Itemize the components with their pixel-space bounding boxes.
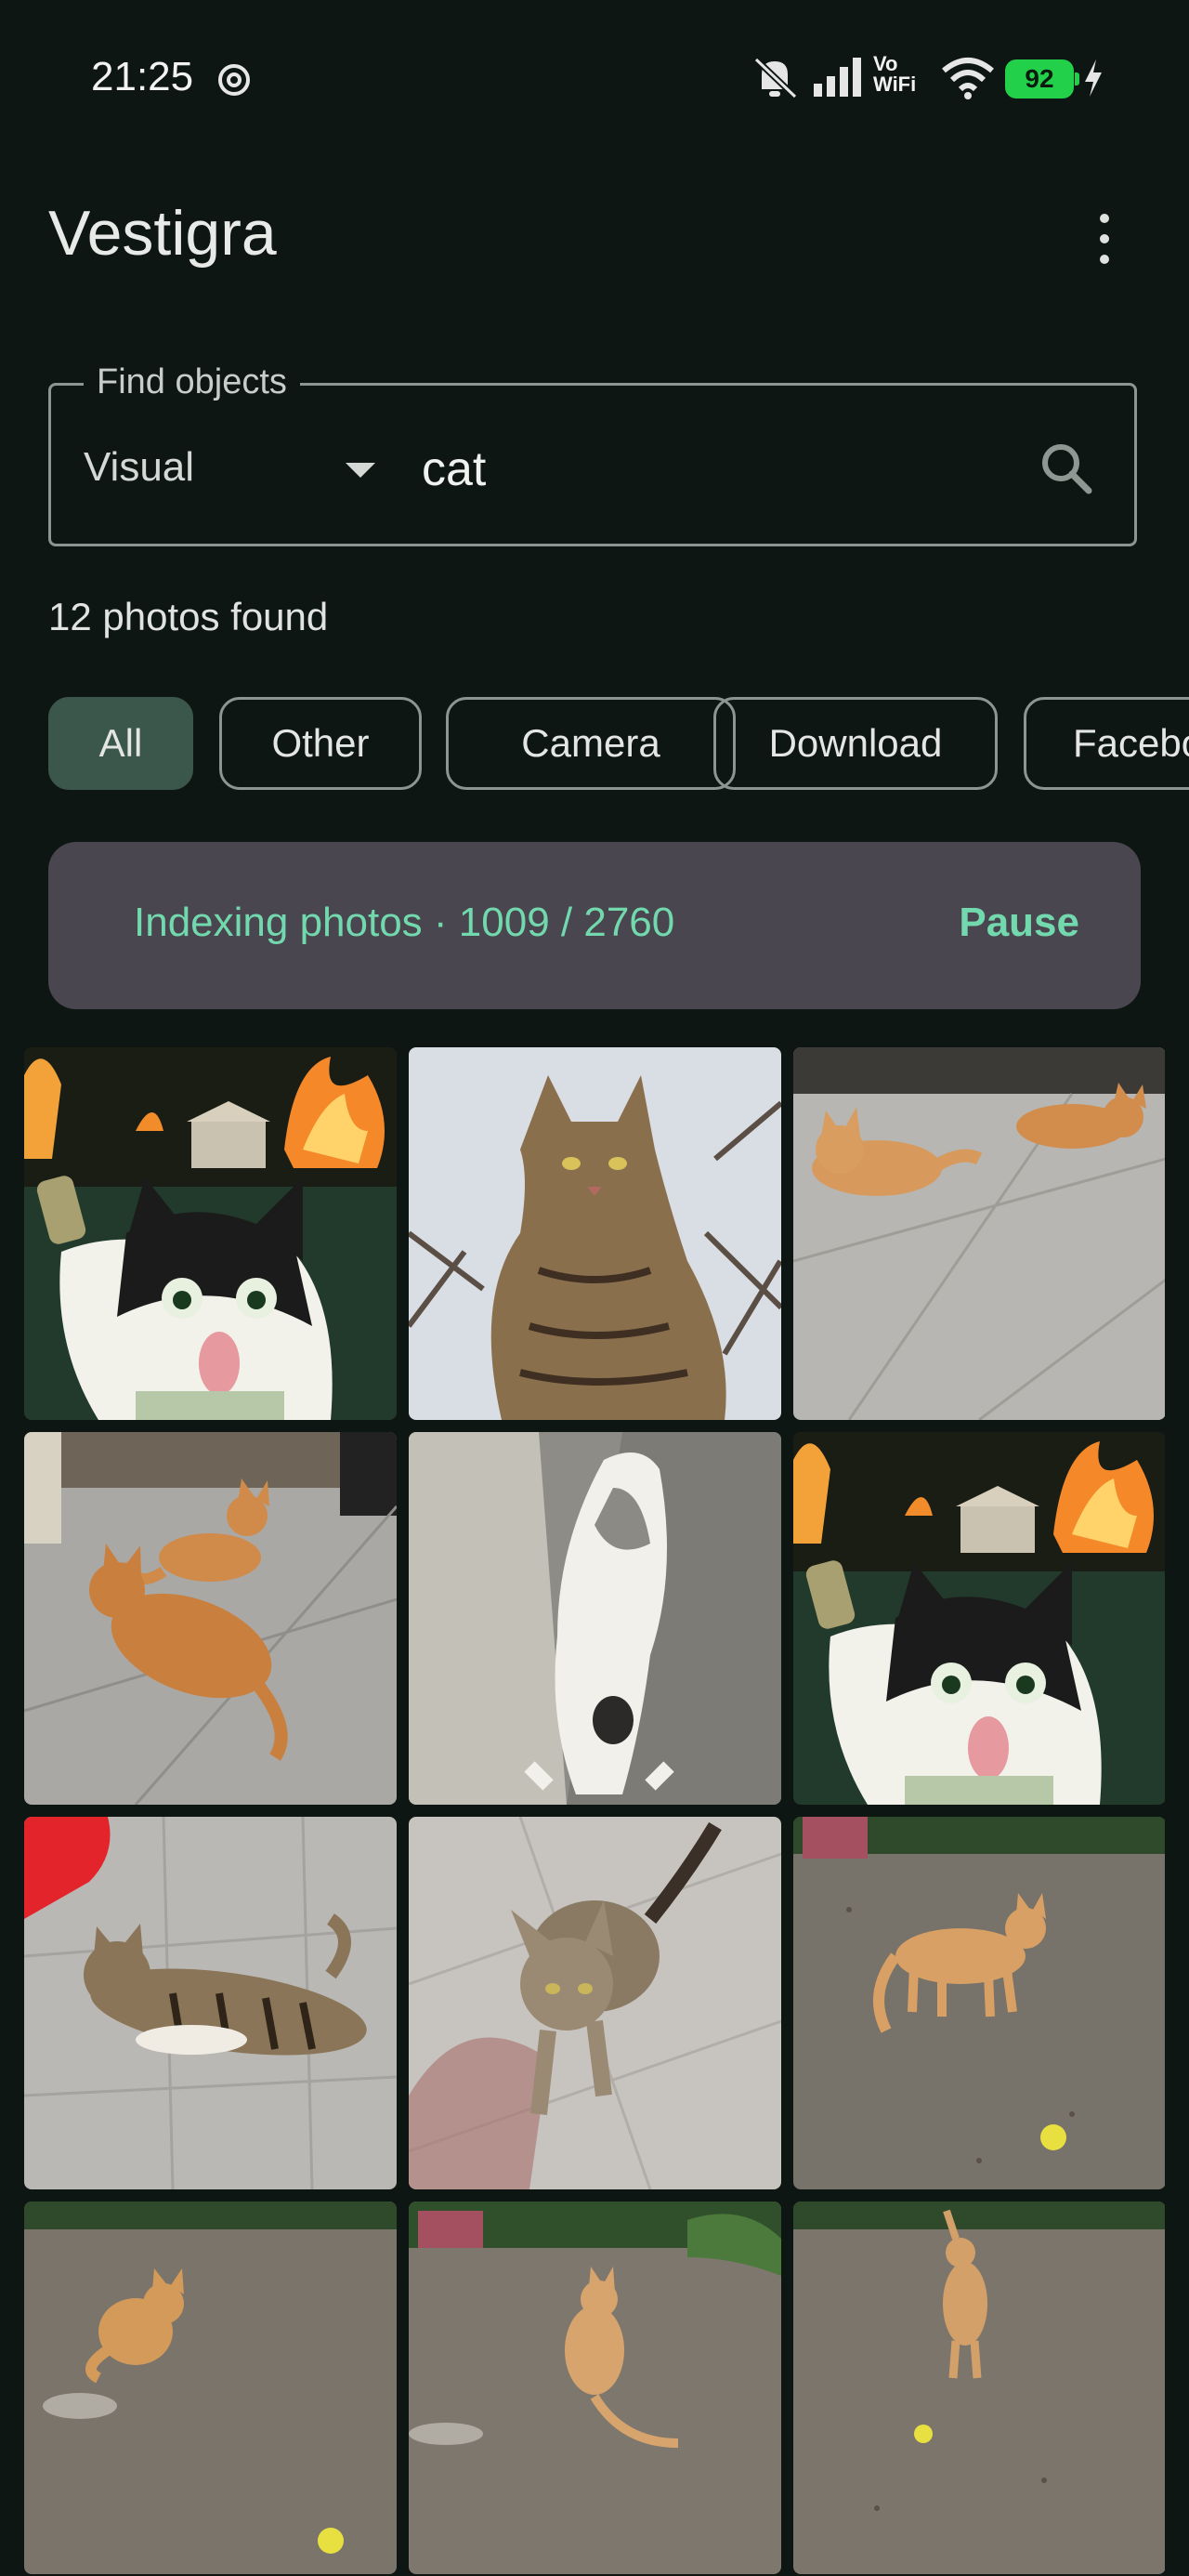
indexing-banner: Indexing photos · 1009 / 2760 Pause — [48, 842, 1141, 1009]
chip-facebook[interactable]: Facebook — [1024, 697, 1189, 790]
photo-tile[interactable] — [24, 1817, 397, 2189]
cat-photo — [24, 1432, 397, 1805]
cat-photo — [409, 1432, 781, 1805]
cat-photo — [793, 1047, 1165, 1420]
status-time: 21:25 — [91, 54, 194, 99]
search-field-label: Find objects — [84, 362, 300, 402]
search-input[interactable] — [422, 437, 998, 502]
source-filter-chips: All Other Camera Download Facebook — [48, 697, 1189, 794]
photo-tile[interactable] — [24, 1432, 397, 1805]
cat-photo — [409, 1817, 781, 2189]
photo-tile[interactable] — [793, 1817, 1165, 2189]
results-count: 12 photos found — [48, 595, 329, 638]
wifi-icon — [942, 58, 994, 99]
photo-tile[interactable] — [24, 1047, 397, 1420]
photo-tile[interactable] — [409, 1047, 781, 1420]
pause-button[interactable]: Pause — [959, 900, 1079, 946]
cat-photo — [793, 1817, 1165, 2189]
photo-tile[interactable] — [409, 1432, 781, 1805]
cat-photo — [24, 1047, 397, 1420]
cat-photo — [409, 2201, 781, 2574]
status-bar: 21:25 Vo WiFi 92 — [0, 0, 1189, 158]
chip-all[interactable]: All — [48, 697, 193, 790]
more-vert-icon — [1100, 214, 1109, 223]
signal-icon — [814, 58, 861, 97]
photo-tile[interactable] — [793, 1047, 1165, 1420]
indexing-status: Indexing photos · 1009 / 2760 — [134, 900, 675, 945]
photo-tile[interactable] — [793, 2201, 1165, 2574]
chip-camera[interactable]: Camera — [446, 697, 736, 790]
photo-tile[interactable] — [409, 1817, 781, 2189]
search-mode-dropdown[interactable]: Visual — [84, 437, 390, 502]
photo-grid — [24, 1047, 1165, 2576]
charging-icon — [1085, 59, 1102, 97]
battery-indicator: 92 — [1005, 59, 1079, 99]
cat-photo — [24, 1817, 397, 2189]
chatgpt-icon — [218, 64, 250, 96]
photo-tile[interactable] — [409, 2201, 781, 2574]
photo-tile[interactable] — [24, 2201, 397, 2574]
cat-photo — [793, 1432, 1165, 1805]
chip-other[interactable]: Other — [219, 697, 422, 790]
cat-photo — [793, 2201, 1165, 2574]
vowifi-label: Vo WiFi — [873, 52, 917, 96]
photo-tile[interactable] — [793, 1432, 1165, 1805]
more-options-button[interactable] — [1078, 206, 1131, 271]
cat-photo — [24, 2201, 397, 2574]
cat-photo — [409, 1047, 781, 1420]
bell-off-icon — [753, 57, 798, 99]
search-mode-value: Visual — [84, 444, 195, 490]
search-icon[interactable] — [1033, 435, 1098, 500]
dropdown-arrow-icon — [346, 463, 375, 478]
app-title: Vestigra — [48, 198, 277, 269]
chip-download[interactable]: Download — [713, 697, 998, 790]
